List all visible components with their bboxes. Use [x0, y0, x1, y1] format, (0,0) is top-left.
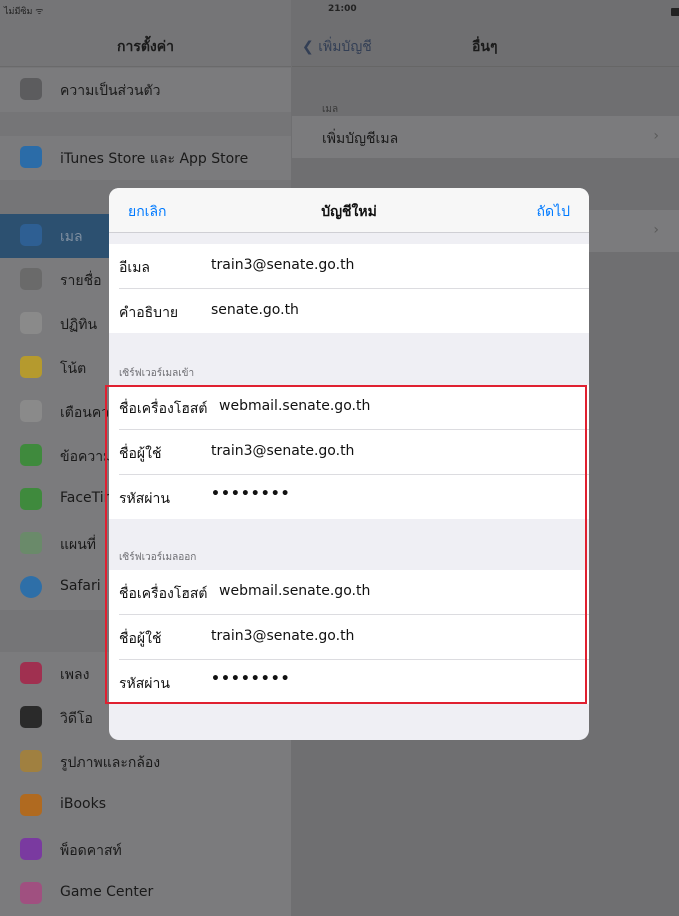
sidebar-item-label: รายชื่อ: [60, 273, 102, 289]
sidebar-item-label: iBooks: [60, 796, 107, 812]
modal-title: บัญชีใหม่: [321, 204, 377, 220]
detail-title: อื่นๆ: [472, 39, 498, 55]
incoming-password-field[interactable]: ••••••••: [211, 486, 291, 502]
sidebar-item-itunes[interactable]: iTunes Store และ App Store: [0, 136, 291, 180]
sidebar-item-ibooks[interactable]: iBooks: [0, 784, 291, 828]
detail-header: ❮ เพิ่มบัญชี อื่นๆ: [292, 20, 679, 67]
clock: 21:00: [328, 4, 357, 14]
sidebar-item-label: พ็อดคาสท์: [60, 843, 122, 859]
incoming-server-label: เซิร์ฟเวอร์เมลเข้า: [119, 368, 195, 379]
sidebar-item-privacy[interactable]: ความเป็นส่วนตัว: [0, 68, 291, 112]
incoming-password-row[interactable]: รหัสผ่าน ••••••••: [119, 475, 589, 519]
add-mail-account-label: เพิ่มบัญชีเมล: [322, 131, 399, 147]
chevron-left-icon: ❮: [302, 39, 314, 55]
back-button[interactable]: ❮ เพิ่มบัญชี: [302, 36, 372, 58]
notes-icon: [20, 356, 42, 378]
podcasts-icon: [20, 838, 42, 860]
incoming-host-label: ชื่อเครื่องโฮสต์: [119, 401, 208, 417]
sidebar-item-label: วิดีโอ: [60, 711, 93, 727]
sidebar-item-photos[interactable]: รูปภาพและกล้อง: [0, 740, 291, 784]
incoming-host-field[interactable]: webmail.senate.go.th: [219, 398, 370, 414]
sidebar-item-label: รูปภาพและกล้อง: [60, 755, 161, 771]
sidebar-item-label: ความเป็นส่วนตัว: [60, 83, 161, 99]
incoming-host-row[interactable]: ชื่อเครื่องโฮสต์ webmail.senate.go.th: [119, 385, 589, 430]
outgoing-server-label: เซิร์ฟเวอร์เมลออก: [119, 552, 197, 563]
sidebar-item-label: โน้ต: [60, 361, 87, 377]
email-label: อีเมล: [119, 260, 151, 276]
videos-icon: [20, 706, 42, 728]
sidebar-item-label: ปฏิทิน: [60, 317, 98, 333]
mail-icon: [20, 224, 42, 246]
account-group: อีเมล train3@senate.go.th คำอธิบาย senat…: [109, 244, 589, 333]
outgoing-host-field[interactable]: webmail.senate.go.th: [219, 583, 370, 599]
sidebar-header: การตั้งค่า: [0, 20, 291, 67]
add-mail-account-row[interactable]: เพิ่มบัญชีเมล ›: [292, 116, 679, 158]
sidebar-item-label: เมล: [60, 229, 83, 245]
app-store-icon: [20, 146, 42, 168]
email-field[interactable]: train3@senate.go.th: [211, 257, 354, 273]
contacts-icon: [20, 268, 42, 290]
incoming-password-label: รหัสผ่าน: [119, 491, 170, 507]
description-field[interactable]: senate.go.th: [211, 302, 299, 318]
maps-icon: [20, 532, 42, 554]
incoming-server-group: ชื่อเครื่องโฮสต์ webmail.senate.go.th ชื…: [109, 385, 589, 519]
outgoing-password-field[interactable]: ••••••••: [211, 671, 291, 687]
sidebar-item-label: FaceTir: [60, 490, 110, 506]
outgoing-user-field[interactable]: train3@senate.go.th: [211, 628, 354, 644]
back-label: เพิ่มบัญชี: [318, 39, 372, 55]
outgoing-user-row[interactable]: ชื่อผู้ใช้ train3@senate.go.th: [119, 615, 589, 660]
next-button[interactable]: ถัดไป: [537, 201, 571, 223]
outgoing-password-row[interactable]: รหัสผ่าน ••••••••: [119, 660, 589, 704]
sidebar-item-podcasts[interactable]: พ็อดคาสท์: [0, 828, 291, 872]
description-label: คำอธิบาย: [119, 305, 179, 321]
sidebar-item-label: เตือนคว: [60, 405, 110, 421]
reminders-icon: [20, 400, 42, 422]
carrier-label: ไม่มีซิม ᯤ: [4, 7, 44, 17]
description-row[interactable]: คำอธิบาย senate.go.th: [119, 289, 589, 333]
sidebar-item-label: iTunes Store และ App Store: [60, 151, 249, 167]
outgoing-password-label: รหัสผ่าน: [119, 676, 170, 692]
messages-icon: [20, 444, 42, 466]
music-icon: [20, 662, 42, 684]
calendar-icon: [20, 312, 42, 334]
outgoing-server-group: ชื่อเครื่องโฮสต์ webmail.senate.go.th ชื…: [109, 570, 589, 704]
chevron-right-icon: ›: [653, 222, 659, 238]
photos-icon: [20, 750, 42, 772]
sidebar-item-label: ข้อความ: [60, 449, 113, 465]
sidebar-item-label: Game Center: [60, 884, 154, 900]
outgoing-user-label: ชื่อผู้ใช้: [119, 631, 162, 647]
incoming-user-row[interactable]: ชื่อผู้ใช้ train3@senate.go.th: [119, 430, 589, 475]
incoming-user-label: ชื่อผู้ใช้: [119, 446, 162, 462]
battery-icon: [671, 8, 679, 16]
sidebar-item-game-center[interactable]: Game Center: [0, 872, 291, 916]
sidebar-item-label: แผนที่: [60, 537, 97, 553]
chevron-right-icon: ›: [653, 128, 659, 144]
ibooks-icon: [20, 794, 42, 816]
new-account-modal: ยกเลิก บัญชีใหม่ ถัดไป อีเมล train3@sena…: [109, 188, 589, 740]
privacy-icon: [20, 78, 42, 100]
email-row[interactable]: อีเมล train3@senate.go.th: [119, 244, 589, 289]
sidebar-title: การตั้งค่า: [116, 39, 174, 55]
facetime-icon: [20, 488, 42, 510]
status-bar: ไม่มีซิม ᯤ 21:00 70%: [0, 0, 679, 20]
outgoing-host-label: ชื่อเครื่องโฮสต์: [119, 586, 208, 602]
modal-nav-bar: ยกเลิก บัญชีใหม่ ถัดไป: [109, 188, 589, 233]
sidebar-item-label: เพลง: [60, 667, 90, 683]
sidebar-item-label: Safari: [60, 578, 101, 594]
incoming-user-field[interactable]: train3@senate.go.th: [211, 443, 354, 459]
section-label-mail: เมล: [322, 104, 339, 115]
game-center-icon: [20, 882, 42, 904]
safari-icon: [20, 576, 42, 598]
outgoing-host-row[interactable]: ชื่อเครื่องโฮสต์ webmail.senate.go.th: [119, 570, 589, 615]
